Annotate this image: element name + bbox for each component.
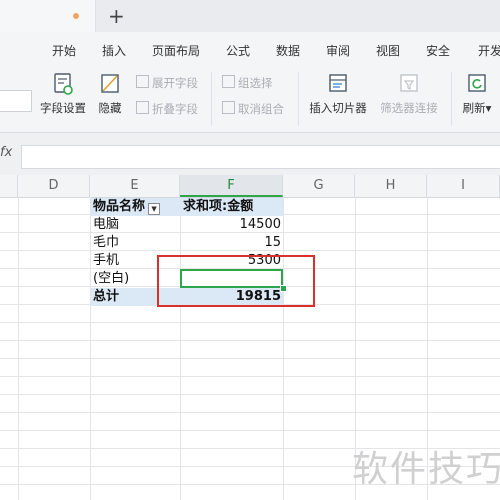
pivot-row-field-label: 物品名称 (93, 199, 146, 214)
ribbon-separator (298, 72, 299, 126)
pivot-row-label[interactable]: 电脑 (91, 216, 180, 234)
column-header-i[interactable]: I (427, 175, 500, 197)
unsaved-dot-icon (73, 13, 79, 19)
formula-bar: fx (0, 133, 500, 176)
pivot-row-field-header: 物品名称 ▼ (91, 198, 180, 216)
hide-icon (101, 74, 119, 93)
tab-bar: + (0, 0, 500, 32)
refresh-button[interactable]: 刷新▾ (459, 72, 495, 116)
ungroup-button[interactable]: 取消组合 (222, 101, 284, 117)
hide-button[interactable]: 隐藏 (95, 72, 125, 116)
refresh-icon (468, 74, 486, 92)
field-settings-button[interactable]: 字段设置 (38, 72, 88, 116)
ungroup-icon (222, 101, 235, 114)
ribbon-separator (211, 72, 212, 126)
pivot-row-label[interactable]: 毛巾 (91, 234, 180, 252)
pivot-value-field-header: 求和项:金额 (181, 198, 283, 216)
annotation-highlight-box (157, 255, 315, 307)
new-tab-button[interactable]: + (108, 4, 125, 28)
filter-connection-button[interactable]: 筛选器连接 (378, 72, 440, 116)
ribbon-separator (451, 72, 452, 126)
menu-item-home[interactable]: 开始 (52, 42, 76, 59)
ungroup-label: 取消组合 (238, 102, 284, 116)
column-header-partial (0, 175, 18, 197)
menu-item-security[interactable]: 安全 (426, 42, 450, 59)
filter-dropdown-icon[interactable]: ▼ (148, 203, 161, 215)
expand-field-button[interactable]: 展开字段 (136, 75, 198, 91)
expand-field-label: 展开字段 (152, 76, 198, 90)
menu-item-insert[interactable]: 插入 (102, 42, 126, 59)
formula-input[interactable] (21, 145, 500, 169)
menu-bar: ı 开始 插入 页面布局 公式 数据 审阅 视图 安全 开发 (0, 32, 500, 66)
watermark: 软件技巧 (352, 449, 500, 490)
ribbon: 字段设置 隐藏 展开字段 折叠字段 组选择 取消组合 插入切片器 筛选器连接 刷… (0, 66, 500, 133)
column-header-row: D E F G H I (0, 175, 500, 198)
filter-connection-icon (400, 74, 418, 92)
refresh-label: 刷新 (462, 101, 486, 115)
insert-slicer-button[interactable]: 插入切片器 (307, 72, 369, 116)
group-selection-label: 组选择 (238, 76, 273, 90)
fx-label[interactable]: fx (0, 145, 12, 160)
menu-item-page-layout[interactable]: 页面布局 (152, 42, 200, 59)
filter-connection-label: 筛选器连接 (380, 101, 438, 115)
column-header-f[interactable]: F (180, 175, 283, 197)
expand-field-icon (136, 75, 149, 88)
column-header-g[interactable]: G (283, 175, 355, 197)
collapse-field-label: 折叠字段 (152, 102, 198, 116)
pivot-row-value[interactable]: 14500 (181, 216, 283, 234)
document-tab[interactable] (0, 0, 96, 32)
menu-item-review[interactable]: 审阅 (326, 42, 350, 59)
column-header-e[interactable]: E (90, 175, 180, 197)
refresh-dropdown-icon[interactable]: ▾ (486, 101, 492, 115)
group-selection-button[interactable]: 组选择 (222, 75, 273, 91)
group-selection-icon (222, 75, 235, 88)
insert-slicer-label: 插入切片器 (309, 101, 367, 115)
field-settings-label: 字段设置 (40, 101, 86, 115)
collapse-field-icon (136, 101, 149, 114)
name-box[interactable] (0, 90, 32, 112)
menu-item-developer[interactable]: 开发 (478, 42, 500, 59)
menu-item-formulas[interactable]: 公式 (226, 42, 250, 59)
hide-label: 隐藏 (98, 101, 122, 115)
pivot-row-value[interactable]: 15 (181, 234, 283, 252)
collapse-field-button[interactable]: 折叠字段 (136, 101, 198, 117)
column-header-h[interactable]: H (355, 175, 427, 197)
column-header-d[interactable]: D (18, 175, 90, 197)
field-settings-icon (54, 73, 73, 95)
menu-item-data[interactable]: 数据 (276, 42, 300, 59)
slicer-icon (329, 74, 347, 92)
menu-item-view[interactable]: 视图 (376, 42, 400, 59)
